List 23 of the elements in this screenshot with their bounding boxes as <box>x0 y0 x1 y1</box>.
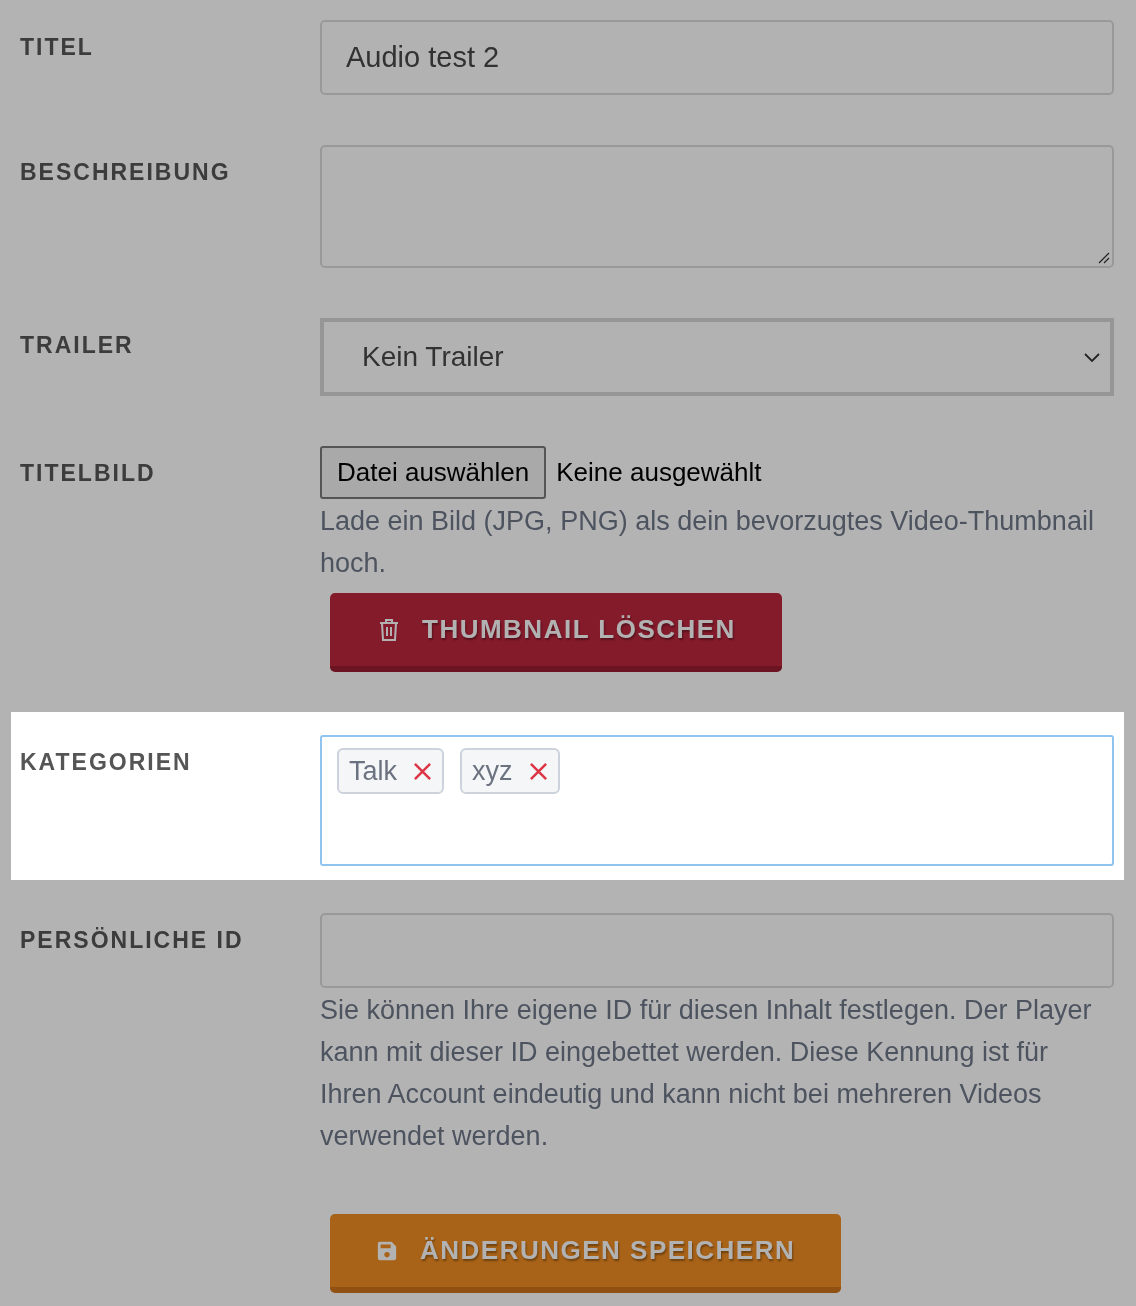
field-label: TRAILER <box>20 331 134 360</box>
field-label: TITELBILD <box>20 459 156 488</box>
field-label: KATEGORIEN <box>20 748 192 777</box>
remove-icon[interactable] <box>528 761 548 781</box>
tag-text: Talk <box>349 755 397 787</box>
field-label: BESCHREIBUNG <box>20 158 231 187</box>
trash-icon <box>378 617 400 642</box>
select-field[interactable]: Kein Trailer <box>320 318 1114 396</box>
chevron-down-icon <box>1084 352 1100 362</box>
delete-thumbnail-button[interactable]: THUMBNAIL LÖSCHEN <box>330 593 782 672</box>
file-status: Keine ausgewählt <box>556 457 762 488</box>
help-text: Lade ein Bild (JPG, PNG) als dein bevorzugtes Video-Thumbnail hoch. <box>320 505 1095 580</box>
text-field[interactable] <box>320 913 1114 988</box>
field-label: PERSÖNLICHE ID <box>20 926 244 955</box>
resize-grip-icon[interactable] <box>1098 252 1110 264</box>
remove-icon[interactable] <box>413 761 432 781</box>
textarea-field[interactable] <box>320 145 1114 268</box>
tag-input-field[interactable]: Talk xyz <box>320 735 1114 866</box>
field-label: TITEL <box>20 33 94 62</box>
help-text: Sie können Ihre eigene ID für diesen Inhalt festlegen. Der Player kann mit dieser ID eingebettet werden. Diese Kennung ist für Ihren Account eindeutig und kann nicht bei mehreren Videos verwendet werden. <box>320 994 1093 1153</box>
choose-file-button[interactable]: Datei auswählen <box>320 446 547 499</box>
tag-text: xyz <box>472 755 513 787</box>
text-field[interactable]: Audio test 2 <box>320 20 1114 95</box>
